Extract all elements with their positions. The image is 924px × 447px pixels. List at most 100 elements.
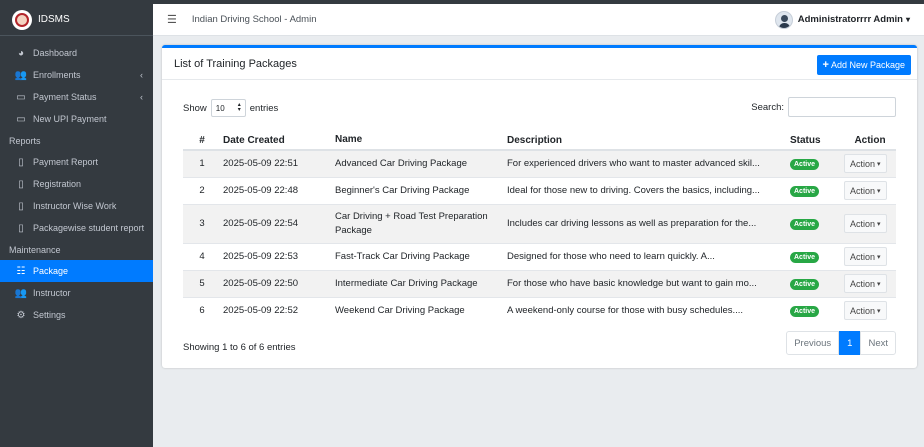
previous-page-button[interactable]: Previous — [786, 331, 840, 355]
row-num: 2 — [183, 176, 221, 204]
chevron-left-icon: ‹ — [140, 92, 143, 102]
users-icon: 👥 — [14, 69, 28, 81]
money-icon: ▭ — [16, 91, 26, 103]
sidebar-item-settings[interactable]: ⚙ Settings — [0, 304, 153, 326]
row-description: For experienced drivers who want to mast… — [507, 149, 790, 177]
status-badge: Active — [790, 278, 820, 290]
entries-label: entries — [249, 102, 279, 114]
entries-value: 10 — [215, 103, 225, 113]
row-date: 2025-05-09 22:50 — [221, 269, 335, 297]
row-name: Intermediate Car Driving Package — [335, 269, 507, 297]
action-dropdown-button[interactable]: Action ▾ — [844, 274, 887, 293]
user-menu[interactable]: Administratorrrr Admin ▾ — [774, 10, 910, 29]
user-name: Administratorrrr Admin — [797, 14, 903, 25]
col-status[interactable]: Status — [790, 131, 844, 151]
row-name: Beginner's Car Driving Package — [335, 176, 507, 204]
caret-down-icon: ▾ — [877, 160, 881, 168]
sidebar-header-maintenance: Maintenance — [9, 244, 61, 255]
row-description: A weekend-only course for those with bus… — [507, 296, 790, 324]
sidebar-header-reports: Reports — [9, 135, 41, 146]
action-dropdown-button[interactable]: Action ▾ — [844, 214, 887, 233]
sidebar-item-payment-status[interactable]: ▭ Payment Status ‹ — [0, 86, 153, 108]
packages-card: List of Training Packages + Add New Pack… — [162, 45, 917, 368]
sidebar-item-packagewise-student-report[interactable]: ▯ Packagewise student report — [0, 217, 153, 239]
caret-down-icon: ▾ — [877, 220, 881, 228]
row-date: 2025-05-09 22:48 — [221, 176, 335, 204]
action-label: Action — [850, 158, 876, 169]
sidebar: IDSMS ◕ Dashboard 👥 Enrollments ‹ ▭ Paym… — [0, 4, 153, 447]
sidebar-item-dashboard[interactable]: ◕ Dashboard — [0, 42, 153, 64]
status-badge: Active — [790, 305, 820, 317]
sidebar-item-label: Instructor Wise Work — [33, 201, 117, 211]
action-label: Action — [850, 278, 876, 289]
file-icon: ▯ — [18, 200, 24, 212]
row-name: Fast-Track Car Driving Package — [335, 242, 507, 270]
brand-logo-icon — [12, 9, 32, 30]
sidebar-item-label: Package — [33, 266, 69, 276]
row-date: 2025-05-09 22:52 — [221, 296, 335, 324]
row-description: Includes car driving lessons as well as … — [507, 203, 790, 243]
col-action[interactable]: Action — [844, 131, 896, 151]
search-label: Search: — [751, 101, 784, 113]
row-date: 2025-05-09 22:54 — [221, 203, 335, 243]
next-page-button[interactable]: Next — [860, 331, 896, 355]
sidebar-item-registration[interactable]: ▯ Registration — [0, 173, 153, 195]
sidebar-item-label: Instructor — [33, 288, 71, 298]
action-dropdown-button[interactable]: Action ▾ — [844, 181, 887, 200]
table-row: 1 2025-05-09 22:51 Advanced Car Driving … — [183, 149, 896, 177]
entries-select[interactable]: 10 ▴ ▾ — [210, 99, 246, 117]
chevron-left-icon: ‹ — [140, 70, 143, 80]
action-dropdown-button[interactable]: Action ▾ — [844, 301, 887, 321]
page-1-button[interactable]: 1 — [839, 331, 861, 355]
sidebar-item-instructor-wise-work[interactable]: ▯ Instructor Wise Work — [0, 195, 153, 217]
show-label: Show — [183, 102, 207, 114]
menu-toggle-icon[interactable]: ☰ — [167, 13, 177, 26]
plus-icon: + — [822, 59, 829, 71]
status-badge: Active — [790, 185, 820, 197]
sidebar-item-payment-report[interactable]: ▯ Payment Report — [0, 151, 153, 173]
row-description: For those who have basic knowledge but w… — [507, 269, 790, 297]
table-row: 5 2025-05-09 22:50 Intermediate Car Driv… — [183, 269, 896, 297]
col-description[interactable]: Description — [507, 131, 790, 151]
table-row: 4 2025-05-09 22:53 Fast-Track Car Drivin… — [183, 242, 896, 270]
add-new-package-button[interactable]: + Add New Package — [816, 55, 911, 75]
row-num: 1 — [183, 149, 221, 177]
sidebar-item-label: Dashboard — [33, 48, 78, 58]
row-name: Advanced Car Driving Package — [335, 149, 507, 177]
caret-down-icon: ▾ — [877, 187, 881, 195]
users-cog-icon: 👥 — [14, 287, 28, 299]
caret-down-icon: ▾ — [877, 280, 881, 288]
sidebar-item-package[interactable]: ☷ Package — [0, 260, 153, 282]
table-controls: Show 10 ▴ ▾ entries Search: — [183, 95, 896, 119]
col-name[interactable]: Name — [335, 131, 507, 151]
sidebar-item-new-upi-payment[interactable]: ▭ New UPI Payment — [0, 108, 153, 130]
dashboard-icon: ◕ — [17, 47, 25, 59]
file-icon: ▯ — [18, 222, 24, 234]
action-dropdown-button[interactable]: Action ▾ — [844, 247, 887, 266]
sidebar-item-label: New UPI Payment — [33, 114, 107, 124]
caret-down-icon: ▾ — [877, 253, 881, 261]
brand[interactable]: IDSMS — [0, 4, 153, 36]
sidebar-item-label: Packagewise student report — [33, 223, 145, 233]
sidebar-item-label: Settings — [33, 310, 66, 320]
sidebar-item-instructor[interactable]: 👥 Instructor — [0, 282, 153, 304]
table-row: 2 2025-05-09 22:48 Beginner's Car Drivin… — [183, 176, 896, 204]
avatar — [774, 10, 793, 29]
search-input[interactable] — [788, 97, 896, 117]
row-date: 2025-05-09 22:51 — [221, 149, 335, 177]
add-new-package-label: Add New Package — [830, 60, 905, 70]
action-label: Action — [850, 305, 876, 316]
entries-length: Show 10 ▴ ▾ entries — [183, 99, 278, 117]
money-icon: ▭ — [16, 113, 26, 125]
status-badge: Active — [790, 158, 820, 170]
table-search: Search: — [751, 97, 896, 117]
cogs-icon: ⚙ — [16, 309, 26, 321]
col-num[interactable]: # — [183, 131, 221, 151]
table-icon: ☷ — [16, 265, 26, 277]
row-num: 3 — [183, 203, 221, 243]
col-date-created[interactable]: Date Created — [221, 131, 335, 151]
action-dropdown-button[interactable]: Action ▾ — [844, 154, 887, 174]
sidebar-item-enrollments[interactable]: 👥 Enrollments ‹ — [0, 64, 153, 86]
file-icon: ▯ — [18, 156, 24, 168]
row-name: Weekend Car Driving Package — [335, 296, 507, 324]
